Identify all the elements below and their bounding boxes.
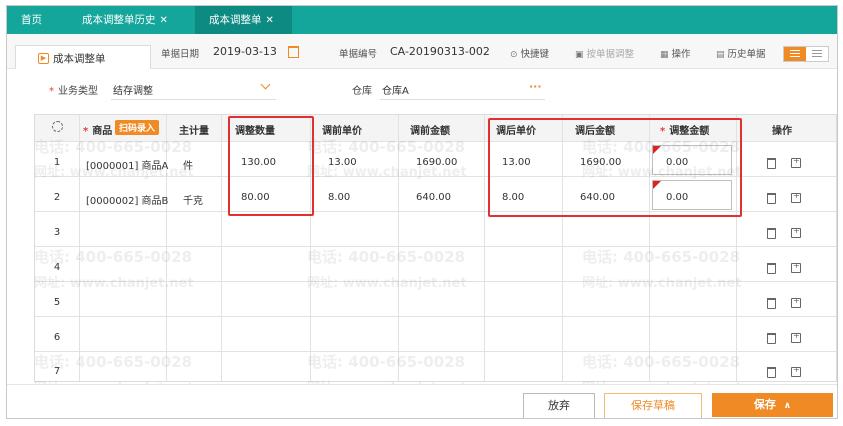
delete-icon[interactable] <box>767 158 776 169</box>
delete-icon[interactable] <box>767 263 776 274</box>
tab-cost-adjust[interactable]: 成本调整单 ✕ <box>195 6 292 34</box>
scan-entry-button[interactable]: 扫码录入 <box>115 120 160 135</box>
copy-row-icon[interactable] <box>791 331 801 343</box>
adjust-by-doc-label: 按单据调整 <box>586 49 635 60</box>
header-unit: 主计量 <box>179 126 209 137</box>
copy-row-icon[interactable] <box>791 365 801 377</box>
adjust-by-doc-button[interactable]: ▣ 按单据调整 <box>575 46 634 60</box>
delete-icon[interactable] <box>767 333 776 344</box>
save-button[interactable]: 保存 ∧ <box>712 393 833 417</box>
cell-pre-amount: 640.00 <box>416 192 451 203</box>
warehouse-underline <box>380 99 545 100</box>
warehouse-label: 仓库 <box>352 86 372 97</box>
calendar-icon[interactable] <box>288 46 299 58</box>
copy-row-icon[interactable] <box>791 226 801 238</box>
number-label: 单据编号 <box>339 49 378 60</box>
biz-type-select[interactable]: 结存调整 <box>113 82 153 97</box>
document-adjust-icon: ▣ <box>575 50 584 60</box>
delete-icon[interactable] <box>767 193 776 204</box>
date-value[interactable]: 2019-03-13 <box>213 45 277 58</box>
shortcut-label: 快捷键 <box>520 49 550 60</box>
biz-type-label: * 业务类型 <box>49 86 98 97</box>
tab-label: 成本调整单历史 <box>82 14 156 26</box>
delete-icon[interactable] <box>767 298 776 309</box>
gear-icon[interactable] <box>52 121 63 132</box>
copy-row-icon[interactable] <box>791 296 801 308</box>
doc-type-label: 成本调整单 <box>53 53 106 65</box>
delete-icon[interactable] <box>767 367 776 378</box>
highlight-adj-qty <box>228 116 314 216</box>
row-number: 1 <box>53 157 61 168</box>
doc-type-pill: ▶ 成本调整单 <box>15 45 151 69</box>
close-icon[interactable]: ✕ <box>160 15 168 26</box>
biz-type-underline <box>111 99 276 100</box>
detail-grid: * 商品 扫码录入 主计量 调整数量 调前单价 调前金额 调后单价 调后金额 * 调… <box>34 114 837 382</box>
app-window: 首页 成本调整单历史 ✕ 成本调整单 ✕ ▶ 成本调整单 单据日期 2019-03-… <box>6 5 838 419</box>
row-number: 4 <box>53 262 61 273</box>
card-view-icon[interactable] <box>784 47 806 61</box>
row-number: 2 <box>53 192 61 203</box>
keyboard-icon: ⊙ <box>510 50 518 60</box>
warehouse-input[interactable]: 仓库A <box>382 82 409 97</box>
cell-unit: 件 <box>183 161 193 172</box>
tab-cost-adjust-history[interactable]: 成本调整单历史 ✕ <box>82 6 168 34</box>
toolbar: ▶ 成本调整单 单据日期 2019-03-13 单据编号 CA-20190313… <box>7 34 837 69</box>
cell-pre-price: 13.00 <box>328 157 357 168</box>
tab-label: 首页 <box>21 14 42 26</box>
delete-icon[interactable] <box>767 228 776 239</box>
row-number: 7 <box>53 366 61 377</box>
row-number: 6 <box>53 332 61 343</box>
row-number: 3 <box>53 227 61 238</box>
copy-row-icon[interactable] <box>791 191 801 203</box>
history-button[interactable]: ▤ 历史单据 <box>716 46 766 60</box>
header-product: * 商品 <box>83 126 113 137</box>
shortcut-button[interactable]: ⊙ 快捷键 <box>510 46 549 60</box>
cell-product[interactable]: [0000002] 商品B <box>86 192 168 207</box>
cell-unit: 千克 <box>183 196 203 207</box>
close-icon[interactable]: ✕ <box>266 15 274 26</box>
document-icon: ▶ <box>38 53 49 64</box>
header-ops: 操作 <box>772 126 792 137</box>
view-toggle[interactable] <box>783 46 829 62</box>
history-label: 历史单据 <box>727 49 766 60</box>
tab-label: 成本调整单 <box>209 14 262 26</box>
date-label: 单据日期 <box>161 49 200 60</box>
chevron-down-icon[interactable] <box>260 79 271 90</box>
copy-row-icon[interactable] <box>791 261 801 273</box>
save-label: 保存 <box>753 398 776 411</box>
number-value: CA-20190313-002 <box>390 45 490 58</box>
chevron-up-icon[interactable]: ∧ <box>784 401 791 411</box>
row-number: 5 <box>53 297 61 308</box>
tab-bar: 首页 成本调整单历史 ✕ 成本调整单 ✕ <box>7 6 837 34</box>
copy-row-icon[interactable] <box>791 156 801 168</box>
cell-pre-amount: 1690.00 <box>416 157 458 168</box>
save-draft-button[interactable]: 保存草稿 <box>604 393 702 418</box>
header-pre-price: 调前单价 <box>322 126 362 137</box>
footer-bar: 放弃 保存草稿 保存 ∧ <box>7 384 837 418</box>
history-doc-icon: ▤ <box>716 50 725 60</box>
operation-label: 操作 <box>671 49 691 60</box>
cell-product[interactable]: [0000001] 商品A <box>86 157 168 172</box>
operation-button[interactable]: ▦ 操作 <box>660 46 691 60</box>
more-icon[interactable]: ··· <box>529 80 542 93</box>
highlight-post-adjust <box>488 118 742 217</box>
cell-pre-price: 8.00 <box>328 192 351 203</box>
tab-home[interactable]: 首页 <box>21 6 42 34</box>
grid-icon: ▦ <box>660 50 669 60</box>
header-pre-amount: 调前金额 <box>410 126 450 137</box>
discard-button[interactable]: 放弃 <box>523 393 595 418</box>
